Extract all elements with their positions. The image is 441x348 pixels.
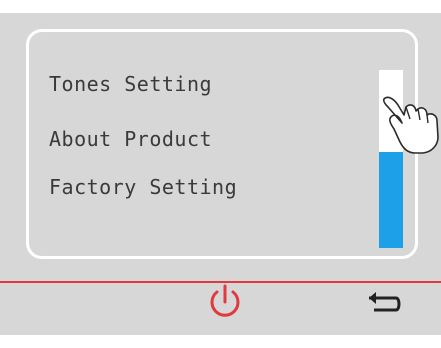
power-icon[interactable] [205,282,245,322]
return-arrow-icon[interactable] [366,290,402,316]
scrollbar-thumb[interactable] [379,152,403,248]
menu-item-about-product[interactable]: About Product [49,127,212,151]
menu-item-factory-setting[interactable]: Factory Setting [49,175,237,199]
device-screen: Tones Setting About Product Factory Sett… [0,0,441,335]
menu-item-tones-setting[interactable]: Tones Setting [49,72,212,96]
menu-panel: Tones Setting About Product Factory Sett… [26,29,418,259]
pointing-hand-icon [382,96,439,154]
